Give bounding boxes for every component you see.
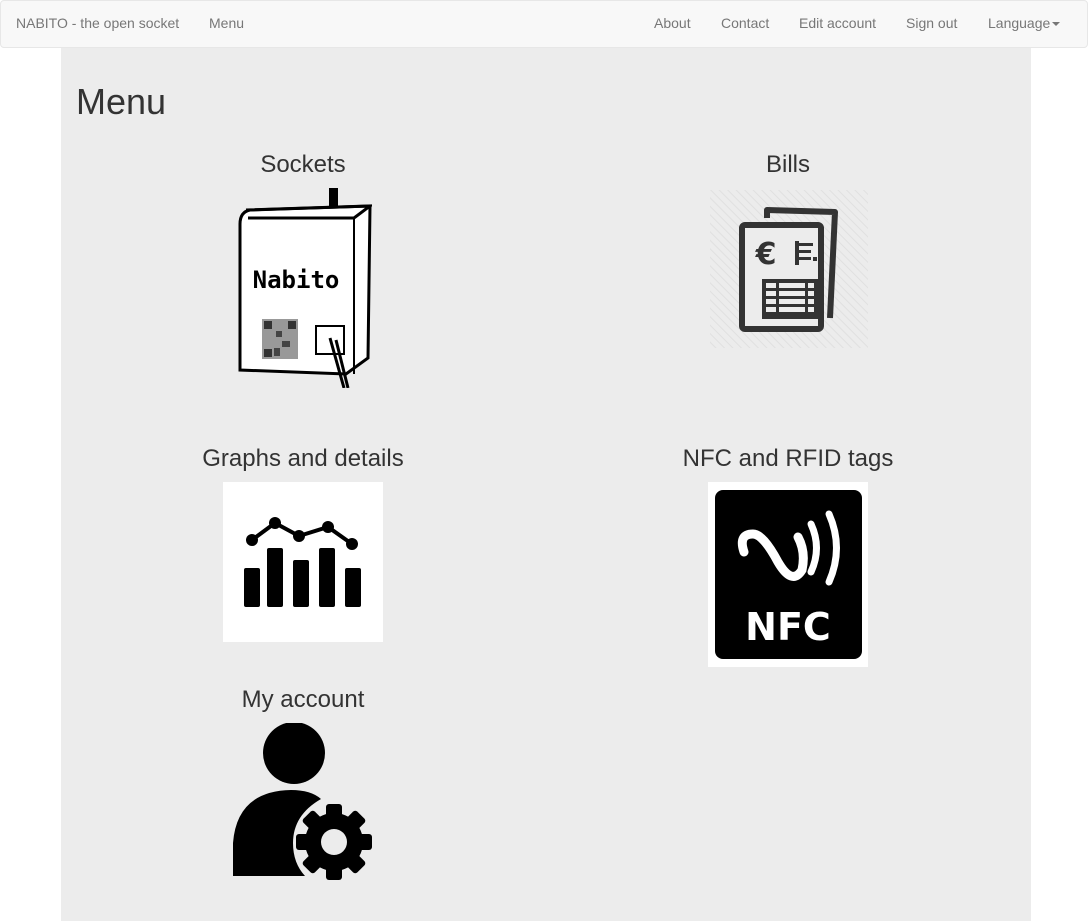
bills-link[interactable]: Bills — [638, 151, 938, 179]
nfc-icon[interactable]: NFC — [708, 482, 868, 667]
socket-brand-text: Nabito — [253, 266, 340, 294]
my-account-link[interactable]: My account — [153, 686, 453, 714]
nfc-text: NFC — [745, 605, 831, 649]
socket-device-icon[interactable]: Nabito — [236, 188, 372, 388]
tile-bills: Bills € — [638, 151, 938, 348]
language-label: Language — [988, 15, 1051, 31]
tile-nfc: NFC and RFID tags NFC — [638, 445, 938, 667]
user-settings-icon[interactable] — [233, 723, 375, 883]
main-container: Menu Sockets Nabito Bills € Graphs and d… — [61, 48, 1031, 921]
chart-icon[interactable] — [223, 482, 383, 642]
nfc-link[interactable]: NFC and RFID tags — [638, 445, 938, 473]
sockets-link[interactable]: Sockets — [153, 151, 453, 179]
tile-my-account: My account — [153, 686, 453, 880]
brand-link[interactable]: NABITO - the open socket — [16, 15, 179, 31]
page-title: Menu — [76, 81, 167, 122]
nav-contact-link[interactable]: Contact — [721, 15, 769, 31]
tile-sockets: Sockets Nabito — [153, 151, 453, 388]
euro-symbol-text: € — [755, 237, 777, 272]
nav-about-link[interactable]: About — [654, 15, 691, 31]
top-navbar: NABITO - the open socket Menu About Cont… — [0, 0, 1088, 48]
nav-sign-out-link[interactable]: Sign out — [906, 15, 957, 31]
nav-menu-link[interactable]: Menu — [209, 15, 244, 31]
bills-euro-icon[interactable]: € — [710, 190, 868, 348]
caret-down-icon — [1052, 22, 1061, 27]
graphs-link[interactable]: Graphs and details — [153, 445, 453, 473]
tile-graphs: Graphs and details — [153, 445, 453, 642]
nav-language-dropdown[interactable]: Language — [988, 15, 1061, 31]
nav-edit-account-link[interactable]: Edit account — [799, 15, 876, 31]
